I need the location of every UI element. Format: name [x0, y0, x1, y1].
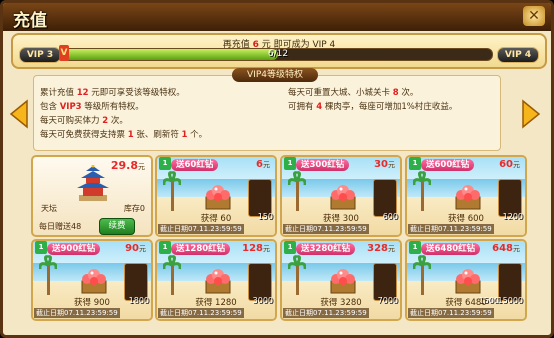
first-charge-icon: 1	[409, 241, 421, 254]
prev-arrow-button[interactable]	[9, 99, 29, 129]
first-charge-icon: 1	[159, 241, 171, 254]
special-stock: 库存0	[123, 204, 145, 213]
bonus-badge: 送3280红钻	[296, 243, 356, 255]
card-price: 128元	[242, 243, 270, 254]
special-offer-card[interactable]: 29.8元 天坛 库存0 每日赠送48 续费	[31, 155, 153, 237]
first-charge-icon: 1	[35, 241, 47, 254]
recharge-card[interactable]: 1 送1280红钻 128元 3000 获得 1280 截止日期07.11.23…	[155, 239, 277, 321]
recharge-card[interactable]: 1 送600红钻 60元 1200 获得 600 截止日期07.11.23:59…	[405, 155, 527, 237]
window-title: 充值	[13, 11, 47, 31]
recharge-card[interactable]: 1 送900红钻 90元 1800 获得 900 截止日期07.11.23:59…	[31, 239, 153, 321]
palm-tree-icon	[413, 255, 431, 295]
benefit-line-4: 每天可免费获得支持票 1 张、刷新符 1 个。	[40, 130, 208, 140]
vip-progress-bar: 6/12	[63, 48, 493, 61]
bonus-badge: 送300红钻	[296, 159, 350, 171]
first-charge-icon: 1	[284, 157, 296, 170]
arrow-right-icon	[522, 99, 541, 129]
recharge-card[interactable]: 1 送6480红钻 648元 1500 15000 获得 6480 截止日期07…	[405, 239, 527, 321]
expire-date: 截止日期07.11.23:59:59	[158, 308, 244, 318]
special-name: 天坛	[41, 204, 57, 213]
palm-tree-icon	[413, 171, 431, 211]
diamond-pile-icon	[205, 185, 231, 210]
arrow-left-icon	[9, 99, 28, 129]
card-price: 30元	[374, 159, 395, 170]
title-bar: 充值 ✕	[3, 3, 551, 31]
benefit-line-3: 每天可购买体力 2 次。	[40, 116, 128, 126]
palm-tree-icon	[163, 255, 181, 295]
special-price: 29.8元	[110, 159, 145, 172]
gain-amount: 获得 3280	[320, 298, 362, 308]
card-price: 6元	[256, 159, 270, 170]
bonus-badge: 送6480红钻	[421, 243, 481, 255]
benefit-line-2: 包含 VIP3 等级所有特权。	[40, 102, 144, 112]
gain-amount: 获得 1280	[195, 298, 237, 308]
recharge-window: 充值 ✕ 再充值 6 元 即可成为 VIP 4 VIP 3 6/12 V VIP…	[0, 0, 554, 338]
expire-date: 截止日期07.11.23:59:59	[408, 308, 494, 318]
bonus-badge: 送1280红钻	[171, 243, 231, 255]
expire-date: 截止日期07.11.23:59:59	[34, 308, 120, 318]
first-charge-icon: 1	[409, 157, 421, 170]
diamond-pile-icon	[455, 269, 481, 294]
diamond-pile-icon	[81, 269, 107, 294]
progress-v-icon: V	[59, 45, 69, 61]
benefit-line-1: 累计充值 12 元即可享受该等级特权。	[40, 88, 185, 98]
special-daily: 每日赠送48	[39, 222, 82, 231]
diamond-pile-icon	[205, 269, 231, 294]
vip-progress-text: 6/12	[267, 49, 289, 59]
first-charge-icon: 1	[159, 157, 171, 170]
diamond-pile-icon	[455, 185, 481, 210]
benefits-tab: VIP4等级特权	[232, 68, 318, 82]
benefit-line-5: 每天可重置大城、小城关卡 8 次。	[288, 88, 419, 98]
bonus-badge: 送60红钻	[171, 159, 219, 171]
vip-progress-panel: 再充值 6 元 即可成为 VIP 4 VIP 3 6/12 V VIP 4	[11, 33, 547, 69]
next-vip-badge: VIP 4	[497, 47, 539, 63]
palm-tree-icon	[163, 171, 181, 211]
current-vip-badge: VIP 3	[19, 47, 61, 63]
temple-icon	[77, 165, 109, 201]
gain-amount: 获得 600	[448, 214, 484, 224]
expire-date: 截止日期07.11.23:59:59	[408, 224, 494, 234]
palm-tree-icon	[288, 171, 306, 211]
palm-tree-icon	[288, 255, 306, 295]
close-icon[interactable]: ✕	[523, 6, 545, 26]
first-charge-icon: 1	[284, 241, 296, 254]
vip-benefits-panel: VIP4等级特权 累计充值 12 元即可享受该等级特权。 包含 VIP3 等级所…	[33, 68, 501, 151]
expire-date: 截止日期07.11.23:59:59	[283, 308, 369, 318]
benefit-line-6: 可拥有 4 棵肉亭，每座可增加1%村庄收益。	[288, 102, 458, 112]
gain-amount: 获得 900	[74, 298, 110, 308]
recharge-card[interactable]: 1 送300红钻 30元 600 获得 300 截止日期07.11.23:59:…	[280, 155, 402, 237]
card-price: 60元	[499, 159, 520, 170]
gain-amount: 获得 60	[200, 214, 232, 224]
bonus-badge: 送600红钻	[421, 159, 475, 171]
recharge-card[interactable]: 1 送60红钻 6元 150 获得 60 截止日期07.11.23:59:59	[155, 155, 277, 237]
next-arrow-button[interactable]	[521, 99, 541, 129]
card-price: 328元	[367, 243, 395, 254]
expire-date: 截止日期07.11.23:59:59	[158, 224, 244, 234]
bonus-badge: 送900红钻	[47, 243, 101, 255]
recharge-card[interactable]: 1 送3280红钻 328元 7000 获得 3280 截止日期07.11.23…	[280, 239, 402, 321]
diamond-pile-icon	[330, 185, 356, 210]
diamond-pile-icon	[330, 269, 356, 294]
card-price: 90元	[125, 243, 146, 254]
gain-amount: 获得 6480	[445, 298, 487, 308]
gain-amount: 获得 300	[323, 214, 359, 224]
card-price: 648元	[492, 243, 520, 254]
palm-tree-icon	[39, 255, 57, 295]
renew-button[interactable]: 续费	[99, 218, 135, 235]
expire-date: 截止日期07.11.23:59:59	[283, 224, 369, 234]
